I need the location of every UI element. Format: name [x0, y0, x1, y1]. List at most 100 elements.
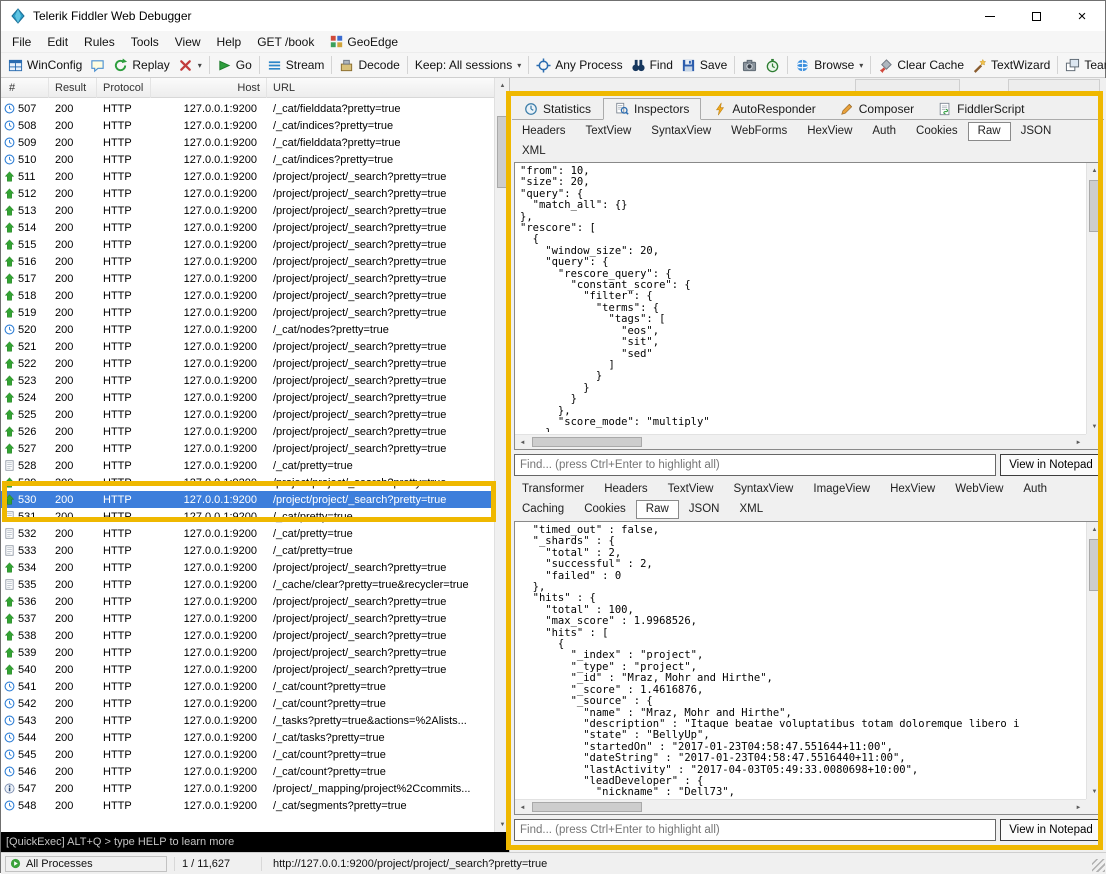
toolbar-button-decode[interactable]: Decode [335, 56, 403, 75]
session-row[interactable]: 532200HTTP127.0.0.1:9200/_cat/pretty=tru… [1, 525, 494, 542]
clipped-tab[interactable] [855, 79, 960, 96]
menu-item-get-book[interactable]: GET /book [249, 32, 322, 52]
session-row[interactable]: 518200HTTP127.0.0.1:9200/project/project… [1, 287, 494, 304]
session-row[interactable]: 531200HTTP127.0.0.1:9200/_cat/pretty=tru… [1, 508, 494, 525]
menu-item-geoedge[interactable]: GeoEdge [322, 32, 406, 52]
response-vertical-scrollbar[interactable]: ▲ ▼ [1086, 522, 1101, 799]
scroll-down-arrow-icon[interactable]: ▼ [1087, 784, 1102, 799]
session-row[interactable]: 511200HTTP127.0.0.1:9200/project/project… [1, 168, 494, 185]
request-find-input[interactable] [514, 454, 996, 476]
scroll-down-arrow-icon[interactable]: ▼ [495, 817, 510, 832]
request-tab-textview[interactable]: TextView [575, 122, 641, 141]
tab-fiddlerscript[interactable]: FiddlerScript [926, 98, 1036, 120]
scroll-right-arrow-icon[interactable]: ► [1071, 800, 1086, 815]
session-row[interactable]: 509200HTTP127.0.0.1:9200/_cat/fielddata?… [1, 134, 494, 151]
toolbar-button-camera[interactable] [738, 56, 761, 75]
toolbar-button-keep-all-sessions[interactable]: Keep: All sessions▾ [411, 56, 525, 74]
session-row[interactable]: 542200HTTP127.0.0.1:9200/_cat/count?pret… [1, 695, 494, 712]
scrollbar-thumb[interactable] [497, 116, 507, 188]
menu-item-edit[interactable]: Edit [39, 32, 76, 52]
request-vertical-scrollbar[interactable]: ▲ ▼ [1086, 163, 1101, 434]
session-row[interactable]: 535200HTTP127.0.0.1:9200/_cache/clear?pr… [1, 576, 494, 593]
session-row[interactable]: 514200HTTP127.0.0.1:9200/project/project… [1, 219, 494, 236]
request-tab-headers[interactable]: Headers [512, 122, 575, 141]
tab-autoresponder[interactable]: AutoResponder [701, 98, 827, 120]
column-header-[interactable]: # [1, 78, 49, 98]
response-tab-hexview[interactable]: HexView [880, 480, 945, 499]
toolbar-button-tearoff[interactable]: Tearoff [1061, 56, 1106, 75]
session-row[interactable]: 526200HTTP127.0.0.1:9200/project/project… [1, 423, 494, 440]
toolbar-button-textwizard[interactable]: TextWizard [968, 56, 1054, 75]
scroll-up-arrow-icon[interactable]: ▲ [495, 78, 510, 93]
session-row[interactable]: 507200HTTP127.0.0.1:9200/_cat/fielddata?… [1, 100, 494, 117]
scroll-down-arrow-icon[interactable]: ▼ [1087, 419, 1102, 434]
session-row[interactable]: 522200HTTP127.0.0.1:9200/project/project… [1, 355, 494, 372]
response-find-input[interactable] [514, 819, 996, 841]
session-row[interactable]: 536200HTTP127.0.0.1:9200/project/project… [1, 593, 494, 610]
session-list-scrollbar[interactable]: ▲ ▼ [494, 78, 509, 832]
column-header-url[interactable]: URL [267, 78, 494, 98]
request-tab-raw[interactable]: Raw [968, 122, 1011, 141]
request-tab-cookies[interactable]: Cookies [906, 122, 968, 141]
toolbar-button-replay[interactable]: Replay [109, 56, 173, 75]
session-row[interactable]: 528200HTTP127.0.0.1:9200/_cat/pretty=tru… [1, 457, 494, 474]
column-header-host[interactable]: Host [151, 78, 267, 98]
toolbar-button-stream[interactable]: Stream [263, 56, 329, 75]
maximize-button[interactable] [1013, 1, 1059, 31]
session-row[interactable]: 533200HTTP127.0.0.1:9200/_cat/pretty=tru… [1, 542, 494, 559]
close-button[interactable]: × [1059, 1, 1105, 31]
menu-item-help[interactable]: Help [209, 32, 250, 52]
session-row[interactable]: 537200HTTP127.0.0.1:9200/project/project… [1, 610, 494, 627]
session-row[interactable]: 529200HTTP127.0.0.1:9200/project/project… [1, 474, 494, 491]
session-row[interactable]: 515200HTTP127.0.0.1:9200/project/project… [1, 236, 494, 253]
request-tab-syntaxview[interactable]: SyntaxView [641, 122, 721, 141]
toolbar-button-go[interactable]: Go [213, 56, 256, 75]
response-tab-transformer[interactable]: Transformer [512, 480, 594, 499]
menu-item-view[interactable]: View [167, 32, 209, 52]
session-row[interactable]: 548200HTTP127.0.0.1:9200/_cat/segments?p… [1, 797, 494, 814]
response-tab-syntaxview[interactable]: SyntaxView [723, 480, 803, 499]
response-horizontal-scrollbar[interactable]: ◄ ► [515, 799, 1086, 814]
session-row[interactable]: 541200HTTP127.0.0.1:9200/_cat/count?pret… [1, 678, 494, 695]
response-tab-xml[interactable]: XML [729, 500, 773, 519]
session-row[interactable]: 513200HTTP127.0.0.1:9200/project/project… [1, 202, 494, 219]
scroll-up-arrow-icon[interactable]: ▲ [1087, 522, 1102, 537]
response-tab-auth[interactable]: Auth [1013, 480, 1057, 499]
session-row[interactable]: 524200HTTP127.0.0.1:9200/project/project… [1, 389, 494, 406]
session-row[interactable]: 512200HTTP127.0.0.1:9200/project/project… [1, 185, 494, 202]
response-tab-caching[interactable]: Caching [512, 500, 574, 519]
request-tab-hexview[interactable]: HexView [797, 122, 862, 141]
menu-item-rules[interactable]: Rules [76, 32, 123, 52]
session-row[interactable]: 521200HTTP127.0.0.1:9200/project/project… [1, 338, 494, 355]
response-tab-headers[interactable]: Headers [594, 480, 657, 499]
column-header-protocol[interactable]: Protocol [97, 78, 151, 98]
response-tab-webview[interactable]: WebView [945, 480, 1013, 499]
request-tab-json[interactable]: JSON [1011, 122, 1062, 141]
toolbar-button-clear-cache[interactable]: Clear Cache [874, 56, 968, 75]
session-row[interactable]: 517200HTTP127.0.0.1:9200/project/project… [1, 270, 494, 287]
response-view-in-notepad-button[interactable]: View in Notepad [1000, 819, 1102, 841]
response-tab-cookies[interactable]: Cookies [574, 500, 636, 519]
minimize-button[interactable] [967, 1, 1013, 31]
scrollbar-thumb[interactable] [532, 437, 642, 447]
menu-item-tools[interactable]: Tools [123, 32, 167, 52]
session-row[interactable]: 520200HTTP127.0.0.1:9200/_cat/nodes?pret… [1, 321, 494, 338]
scrollbar-thumb[interactable] [532, 802, 642, 812]
clipped-tab[interactable] [1008, 79, 1100, 96]
tab-composer[interactable]: Composer [828, 98, 926, 120]
quickexec-bar[interactable]: [QuickExec] ALT+Q > type HELP to learn m… [1, 832, 509, 852]
response-body-text[interactable]: "timed_out" : false, "_shards" : { "tota… [520, 525, 1084, 797]
tab-inspectors[interactable]: Inspectors [603, 98, 701, 120]
session-row[interactable]: 546200HTTP127.0.0.1:9200/_cat/count?pret… [1, 763, 494, 780]
toolbar-button-comment[interactable] [86, 56, 109, 75]
toolbar-button-browse[interactable]: Browse▾ [791, 56, 867, 75]
toolbar-button-any-process[interactable]: Any Process [532, 56, 626, 75]
toolbar-button-timer[interactable] [761, 56, 784, 75]
scrollbar-thumb[interactable] [1089, 539, 1099, 591]
session-row[interactable]: 545200HTTP127.0.0.1:9200/_cat/count?pret… [1, 746, 494, 763]
session-row[interactable]: 519200HTTP127.0.0.1:9200/project/project… [1, 304, 494, 321]
scroll-up-arrow-icon[interactable]: ▲ [1087, 163, 1102, 178]
session-row[interactable]: 508200HTTP127.0.0.1:9200/_cat/indices?pr… [1, 117, 494, 134]
request-tab-webforms[interactable]: WebForms [721, 122, 797, 141]
session-row[interactable]: 527200HTTP127.0.0.1:9200/project/project… [1, 440, 494, 457]
